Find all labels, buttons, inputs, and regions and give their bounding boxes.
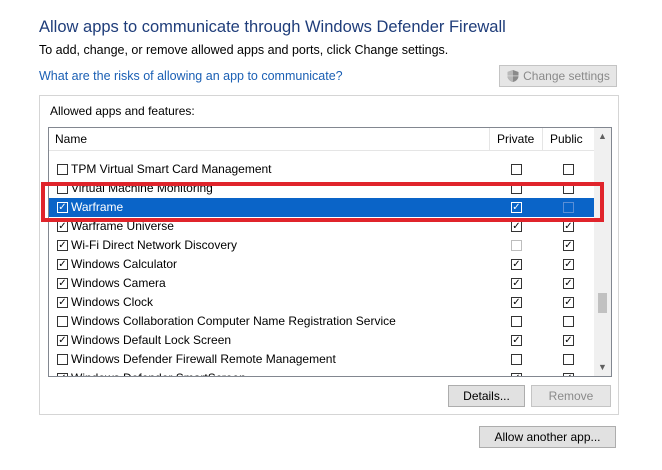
change-settings-button[interactable]: Change settings xyxy=(499,65,617,87)
chevron-up-icon[interactable]: ▲ xyxy=(594,128,611,145)
list-item[interactable]: ✓ Windows Clock ✓ ✓ xyxy=(49,293,594,312)
column-divider[interactable] xyxy=(489,128,490,150)
vertical-scrollbar[interactable]: ▲ ▼ xyxy=(594,128,611,376)
private-checkbox[interactable]: ✓ xyxy=(511,373,522,376)
app-name: Windows Defender SmartScreen xyxy=(71,371,246,376)
app-name: Wi-Fi Direct Network Discovery xyxy=(71,238,238,252)
enable-checkbox[interactable] xyxy=(57,354,68,365)
list-item[interactable]: ✓ Windows Camera ✓ ✓ xyxy=(49,274,594,293)
column-divider[interactable] xyxy=(542,128,543,150)
page-subtitle: To add, change, or remove allowed apps a… xyxy=(39,43,449,57)
public-checkbox[interactable] xyxy=(563,202,574,213)
private-checkbox[interactable]: ✓ xyxy=(511,335,522,346)
chevron-down-icon[interactable]: ▼ xyxy=(594,359,611,376)
list-item[interactable]: ✓ Warframe ✓ xyxy=(49,198,594,217)
list-header: Name Private Public xyxy=(49,128,594,151)
list-item[interactable]: ✓ Wi-Fi Direct Network Discovery ✓ xyxy=(49,236,594,255)
change-settings-label: Change settings xyxy=(523,69,610,83)
app-name: Warframe xyxy=(71,200,124,214)
risks-link[interactable]: What are the risks of allowing an app to… xyxy=(39,69,343,83)
private-checkbox[interactable]: ✓ xyxy=(511,297,522,308)
enable-checkbox[interactable]: ✓ xyxy=(57,373,68,376)
details-button[interactable]: Details... xyxy=(448,385,525,407)
enable-checkbox[interactable] xyxy=(57,316,68,327)
private-checkbox[interactable]: ✓ xyxy=(511,221,522,232)
app-name: Windows Defender Firewall Remote Managem… xyxy=(71,352,336,366)
list-item[interactable]: ✓Windows Defender SmartScreen✓✓ xyxy=(49,369,594,376)
uac-shield-icon xyxy=(507,70,519,82)
public-checkbox[interactable] xyxy=(563,354,574,365)
app-name: Virtual Machine Monitoring xyxy=(71,181,213,195)
enable-checkbox[interactable]: ✓ xyxy=(57,297,68,308)
private-checkbox[interactable]: ✓ xyxy=(511,278,522,289)
private-checkbox[interactable] xyxy=(511,354,522,365)
enable-checkbox[interactable]: ✓ xyxy=(57,259,68,270)
private-checkbox[interactable] xyxy=(511,240,522,251)
public-checkbox[interactable]: ✓ xyxy=(563,335,574,346)
private-checkbox[interactable] xyxy=(511,164,522,175)
public-checkbox[interactable]: ✓ xyxy=(563,297,574,308)
enable-checkbox[interactable] xyxy=(57,164,68,175)
private-checkbox[interactable] xyxy=(511,183,522,194)
column-public[interactable]: Public xyxy=(550,132,583,146)
enable-checkbox[interactable]: ✓ xyxy=(57,278,68,289)
public-checkbox[interactable]: ✓ xyxy=(563,373,574,376)
private-checkbox[interactable]: ✓ xyxy=(511,202,522,213)
list-item[interactable]: Virtual Machine Monitoring xyxy=(49,179,594,198)
list-item[interactable]: ✓ Warframe Universe ✓ ✓ xyxy=(49,217,594,236)
public-checkbox[interactable]: ✓ xyxy=(563,221,574,232)
public-checkbox[interactable] xyxy=(563,316,574,327)
list-item[interactable]: Windows Defender Firewall Remote Managem… xyxy=(49,350,594,369)
list-item[interactable]: ✓ Windows Calculator ✓ ✓ xyxy=(49,255,594,274)
private-checkbox[interactable] xyxy=(511,316,522,327)
enable-checkbox[interactable]: ✓ xyxy=(57,221,68,232)
list-item[interactable]: Windows Collaboration Computer Name Regi… xyxy=(49,312,594,331)
enable-checkbox[interactable]: ✓ xyxy=(57,335,68,346)
public-checkbox[interactable]: ✓ xyxy=(563,259,574,270)
public-checkbox[interactable] xyxy=(563,164,574,175)
scrollbar-thumb[interactable] xyxy=(598,293,607,313)
enable-checkbox[interactable] xyxy=(57,183,68,194)
app-name: Windows Collaboration Computer Name Regi… xyxy=(71,314,396,328)
page-title: Allow apps to communicate through Window… xyxy=(39,18,506,36)
public-checkbox[interactable] xyxy=(563,183,574,194)
public-checkbox[interactable]: ✓ xyxy=(563,240,574,251)
allowed-apps-list[interactable]: Name Private Public TPM Virtual Smart Ca… xyxy=(48,127,612,377)
app-name: Windows Camera xyxy=(71,276,166,290)
app-name: Windows Clock xyxy=(71,295,154,309)
private-checkbox[interactable]: ✓ xyxy=(511,259,522,270)
list-item[interactable]: ✓ Windows Default Lock Screen ✓ ✓ xyxy=(49,331,594,350)
app-name: TPM Virtual Smart Card Management xyxy=(71,162,272,176)
public-checkbox[interactable]: ✓ xyxy=(563,278,574,289)
allowed-apps-label: Allowed apps and features: xyxy=(50,104,195,118)
remove-button[interactable]: Remove xyxy=(531,385,611,407)
enable-checkbox[interactable]: ✓ xyxy=(57,202,68,213)
app-name: Windows Calculator xyxy=(71,257,178,271)
enable-checkbox[interactable]: ✓ xyxy=(57,240,68,251)
allow-another-app-button[interactable]: Allow another app... xyxy=(479,426,616,448)
app-name: Windows Default Lock Screen xyxy=(71,333,232,347)
column-private[interactable]: Private xyxy=(497,132,534,146)
column-name[interactable]: Name xyxy=(55,132,87,146)
list-item[interactable]: TPM Virtual Smart Card Management xyxy=(49,160,594,179)
app-name: Warframe Universe xyxy=(71,219,174,233)
